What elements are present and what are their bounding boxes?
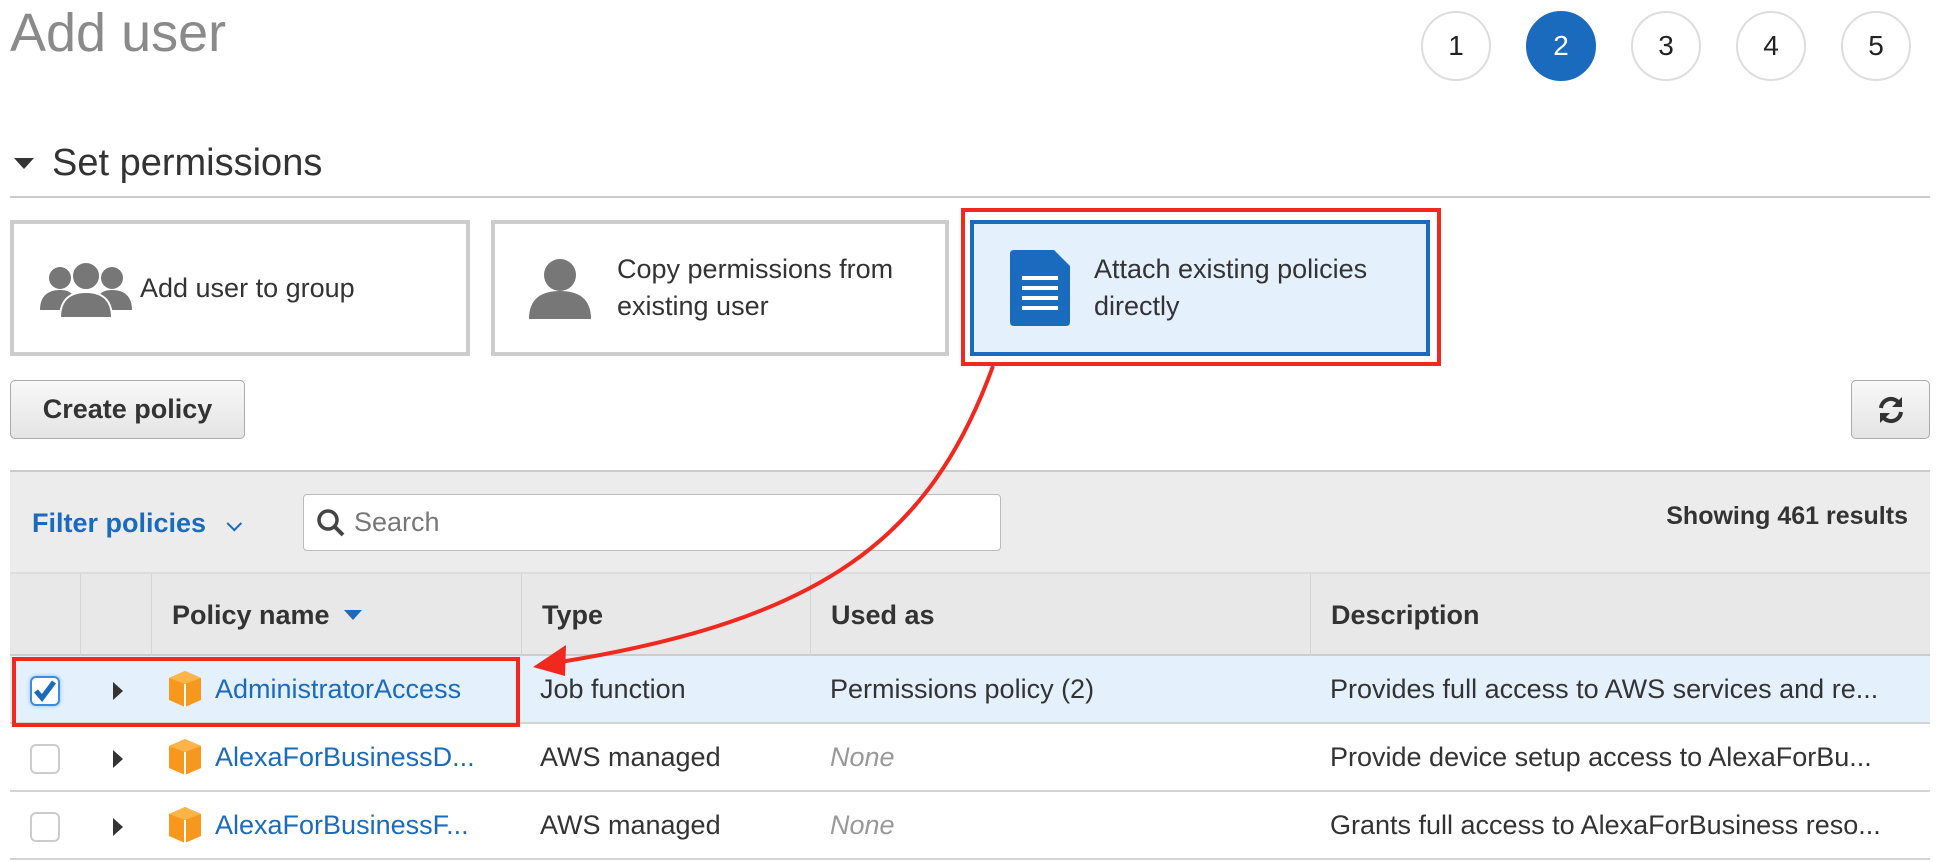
annotation-highlight-box	[12, 657, 520, 727]
annotation-arrow	[533, 365, 995, 676]
